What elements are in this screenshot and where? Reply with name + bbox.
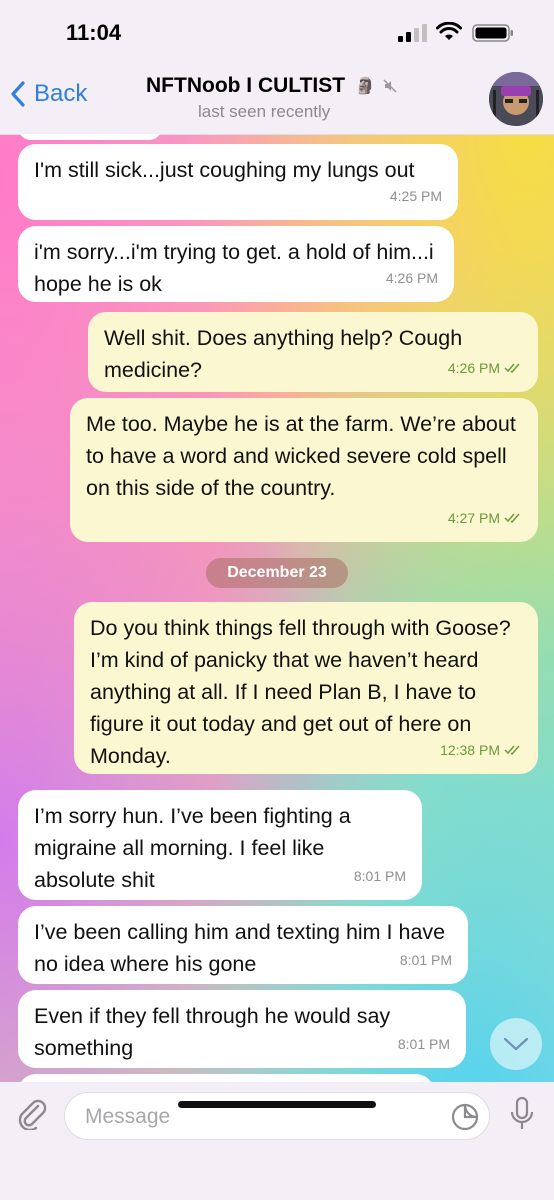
double-check-icon <box>504 745 520 755</box>
message-time-wrap: 4:26 PM <box>448 352 522 384</box>
moai-emoji: 🗿 <box>355 78 375 95</box>
message-bubble[interactable]: i'm sorry...i'm trying to get. a hold of… <box>18 226 454 302</box>
message-bubble[interactable]: Me too. Maybe he is at the farm. We’re a… <box>70 398 538 542</box>
cellular-signal-icon <box>398 24 427 42</box>
message-time: 4:26 PM <box>385 270 438 286</box>
message-time: 4:26 PM <box>447 360 500 376</box>
double-check-icon <box>504 363 520 373</box>
sticker-icon[interactable] <box>451 1103 479 1131</box>
back-button[interactable]: Back <box>10 80 87 108</box>
chevron-left-icon <box>11 81 25 107</box>
chat-title-text: NFTNoob I CULTIST <box>146 74 346 97</box>
avatar-image <box>489 72 543 126</box>
back-label: Back <box>34 80 88 107</box>
message-time-wrap: 12:38 PM <box>440 734 522 766</box>
chevron-down-icon <box>503 1037 529 1051</box>
message-bubble[interactable]: I’ve been calling him and texting him I … <box>18 906 468 984</box>
message-field <box>64 1092 490 1141</box>
message-text: i'm sorry...i'm trying to get. a hold of… <box>34 240 434 296</box>
status-time: 11:04 <box>66 20 122 45</box>
message-bubble[interactable]: I’m sorry hun. I’ve been fighting a migr… <box>18 790 422 900</box>
message-bubble[interactable]: I'm still sick...just coughing my lungs … <box>18 144 458 220</box>
chat-header: Back NFTNoob I CULTIST 🗿 last seen recen… <box>0 66 554 135</box>
composer-bar <box>0 1082 554 1200</box>
message-time-wrap: 8:01 PM <box>400 944 452 976</box>
scroll-to-bottom-button[interactable] <box>490 1018 542 1070</box>
message-time: 8:01 PM <box>397 1036 450 1052</box>
double-check-icon <box>504 513 520 523</box>
message-text: I’ve been calling him and texting him I … <box>34 920 446 976</box>
message-bubble[interactable]: Do you think things fell through with Go… <box>74 602 538 774</box>
message-text: I’m sorry hun. I’ve been fighting a migr… <box>34 804 351 892</box>
message-text: Me too. Maybe he is at the farm. We’re a… <box>86 412 516 500</box>
battery-icon <box>472 24 513 42</box>
avatar[interactable] <box>489 72 543 126</box>
message-bubble[interactable]: Even if they fell through he would say s… <box>18 990 466 1068</box>
message-time: 4:27 PM <box>447 510 500 526</box>
message-time-wrap: 8:01 PM <box>398 1028 450 1060</box>
message-time: 8:01 PM <box>353 868 406 884</box>
message-bubble-partial <box>18 1074 434 1082</box>
message-bubble[interactable]: Well shit. Does anything help? Cough med… <box>88 312 538 392</box>
message-time: 8:01 PM <box>399 952 452 968</box>
message-time-wrap: 8:01 PM <box>354 860 406 892</box>
message-time-wrap: 4:25 PM <box>390 180 442 212</box>
microphone-icon[interactable] <box>508 1096 536 1132</box>
message-bubble-partial <box>18 134 162 140</box>
message-text: Even if they fell through he would say s… <box>34 1004 391 1060</box>
status-bar: 11:04 <box>0 0 554 66</box>
message-text: I'm still sick...just coughing my lungs … <box>34 158 415 182</box>
chat-title[interactable]: NFTNoob I CULTIST 🗿 <box>146 74 397 98</box>
paperclip-icon[interactable] <box>14 1096 48 1130</box>
message-time-wrap: 4:26 PM <box>386 262 438 294</box>
message-time: 12:38 PM <box>440 742 500 758</box>
message-time-wrap: 4:27 PM <box>448 502 522 534</box>
message-time: 4:25 PM <box>389 188 442 204</box>
home-indicator <box>178 1101 376 1108</box>
chat-subtitle: last seen recently <box>198 102 331 121</box>
message-list[interactable]: I'm still sick...just coughing my lungs … <box>0 134 554 1082</box>
wifi-icon <box>436 22 462 40</box>
muted-icon <box>383 79 397 93</box>
date-separator: December 23 <box>206 558 348 588</box>
